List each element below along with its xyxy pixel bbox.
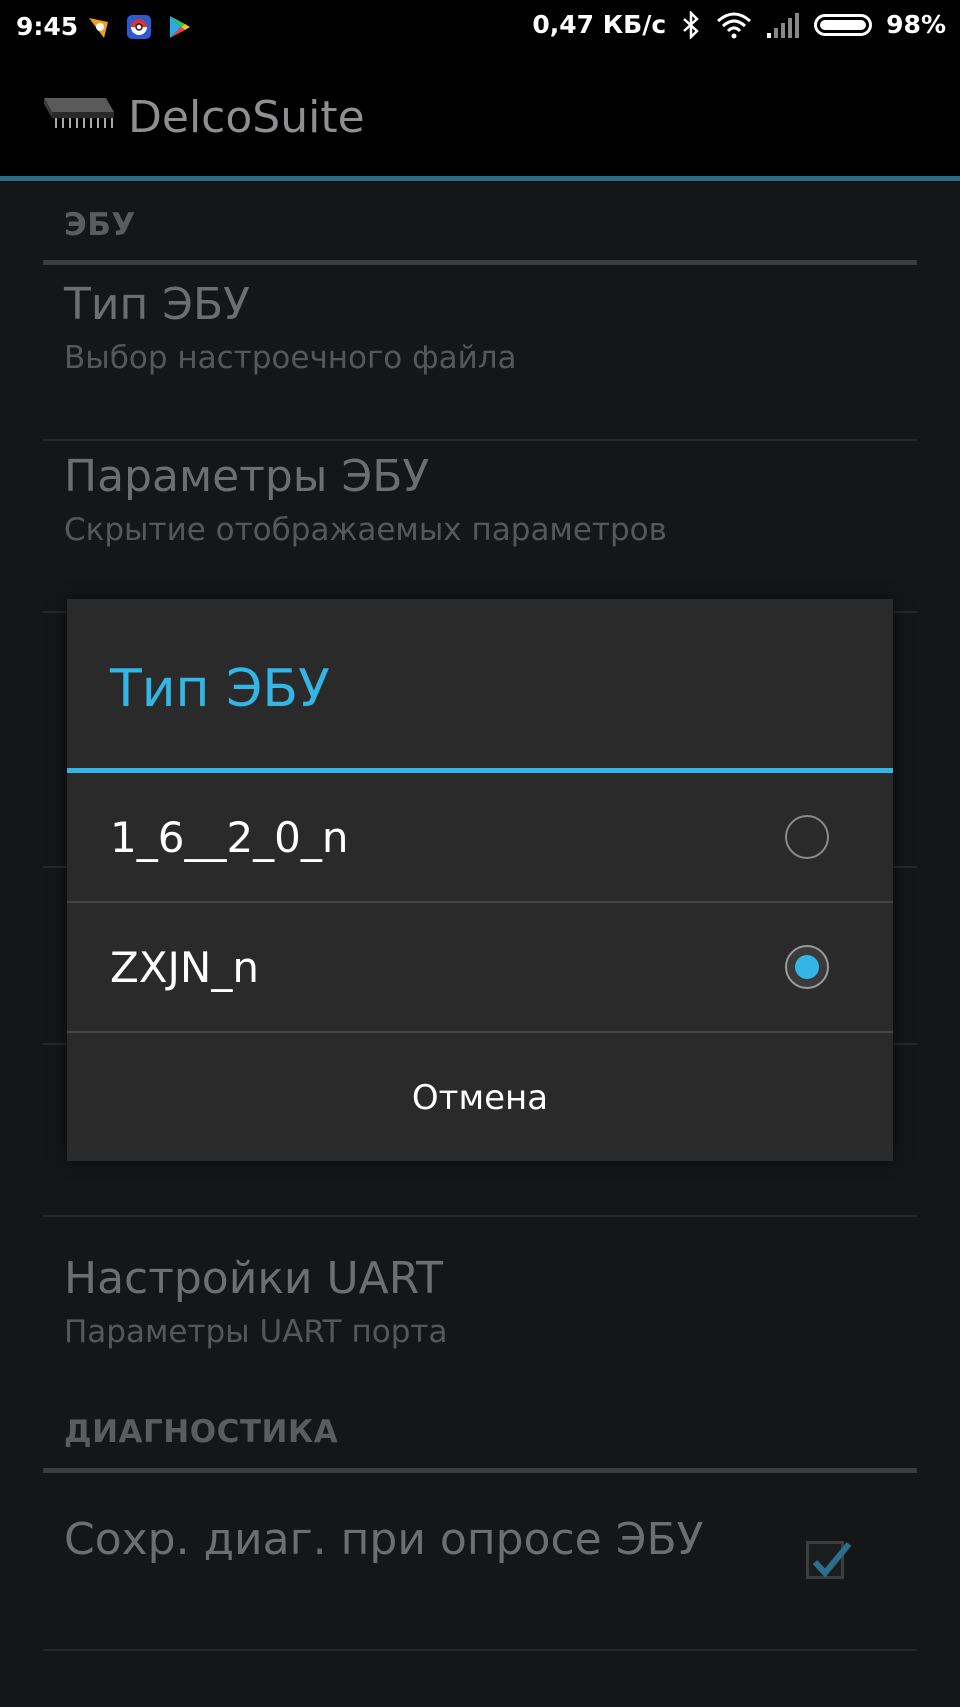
signal-icon [767,12,800,38]
category-diagnostics: ДИАГНОСТИКА [64,1414,339,1450]
dialog-title: Тип ЭБУ [110,659,330,719]
network-speed: 0,47 КБ/с [532,10,667,39]
pokeball-app-icon [127,15,151,39]
radio-unchecked[interactable] [785,815,829,859]
option-label: ZXJN_n [110,943,259,992]
list-divider [43,1215,917,1217]
category-divider [43,1468,917,1473]
status-bar: 9:45 0,47 КБ/с 98% [0,0,960,54]
notification-icons [86,14,192,40]
action-bar: DelcoSuite [0,54,960,181]
pref-ecu-params-summary: Скрытие отображаемых параметров [64,512,667,548]
pref-save-diag-title: Сохр. диаг. при опросе ЭБУ [64,1514,704,1565]
radio-checked[interactable] [785,945,829,989]
battery-percent: 98% [886,10,946,39]
play-store-icon [170,16,190,38]
pref-ecu-type-summary: Выбор настроечного файла [64,340,517,376]
app-title: DelcoSuite [128,92,365,143]
option-zxjn_n[interactable]: ZXJN_n [67,903,893,1031]
status-right: 0,47 КБ/с 98% [532,10,946,39]
bluetooth-icon [683,10,699,39]
cancel-button[interactable]: Отмена [67,1035,893,1161]
pref-uart-title: Настройки UART [64,1253,444,1304]
option-1_6__2_0_n[interactable]: 1_6__2_0_n [67,773,893,901]
category-divider [43,260,917,265]
battery-icon [814,13,873,36]
ecu-type-dialog: Тип ЭБУ 1_6__2_0_n ZXJN_n Отмена [67,599,893,1161]
pref-ecu-type-title: Тип ЭБУ [64,279,250,330]
option-divider [67,1031,893,1033]
wifi-icon [717,12,752,38]
category-ecu: ЭБУ [64,207,136,243]
save-diag-checkbox[interactable] [806,1541,852,1579]
list-divider [43,439,917,441]
list-divider [43,1649,917,1651]
chip-icon [44,98,114,128]
pref-ecu-params-title: Параметры ЭБУ [64,451,430,502]
checkmark-icon [812,1542,852,1578]
status-time: 9:45 [16,12,79,41]
notification-app-icon [89,18,108,38]
option-label: 1_6__2_0_n [110,813,349,862]
pref-uart-summary: Параметры UART порта [64,1314,448,1350]
